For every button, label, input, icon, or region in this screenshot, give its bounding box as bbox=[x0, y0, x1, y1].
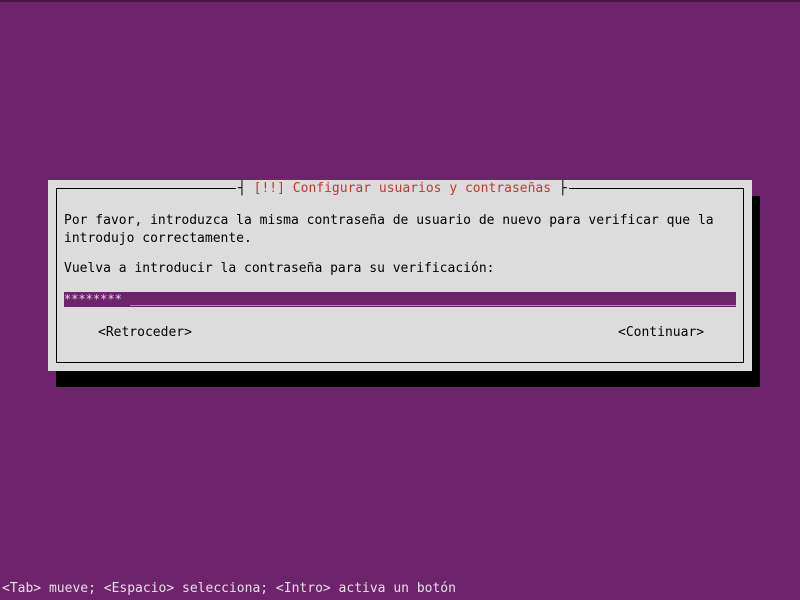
password-masked-value: ******** bbox=[64, 292, 122, 307]
top-border bbox=[0, 0, 800, 2]
title-bracket-right: ├ bbox=[558, 181, 567, 196]
back-button[interactable]: <Retroceder> bbox=[98, 324, 192, 342]
frame-line bbox=[56, 362, 744, 363]
frame-line bbox=[564, 188, 744, 189]
continue-button[interactable]: <Continuar> bbox=[618, 324, 704, 342]
title-bracket-left: ┤ bbox=[238, 181, 246, 196]
input-underline bbox=[122, 292, 737, 307]
password-field-label: Vuelva a introducir la contraseña para s… bbox=[64, 261, 495, 276]
dialog-prompt: Por favor, introduzca la misma contraseñ… bbox=[64, 213, 714, 246]
frame-line bbox=[56, 188, 57, 363]
password-confirm-input[interactable]: ******** bbox=[64, 292, 737, 307]
dialog-title: ┤ [!!] Configurar usuarios y contraseñas… bbox=[236, 180, 569, 198]
title-text: Configurar usuarios y contraseñas bbox=[292, 181, 552, 196]
password-dialog: ┤ [!!] Configurar usuarios y contraseñas… bbox=[48, 180, 752, 371]
title-alert: [!!] bbox=[253, 181, 285, 196]
installer-screen: ┤ [!!] Configurar usuarios y contraseñas… bbox=[0, 0, 800, 600]
keyboard-help-bar: <Tab> mueve; <Espacio> selecciona; <Intr… bbox=[2, 581, 456, 596]
